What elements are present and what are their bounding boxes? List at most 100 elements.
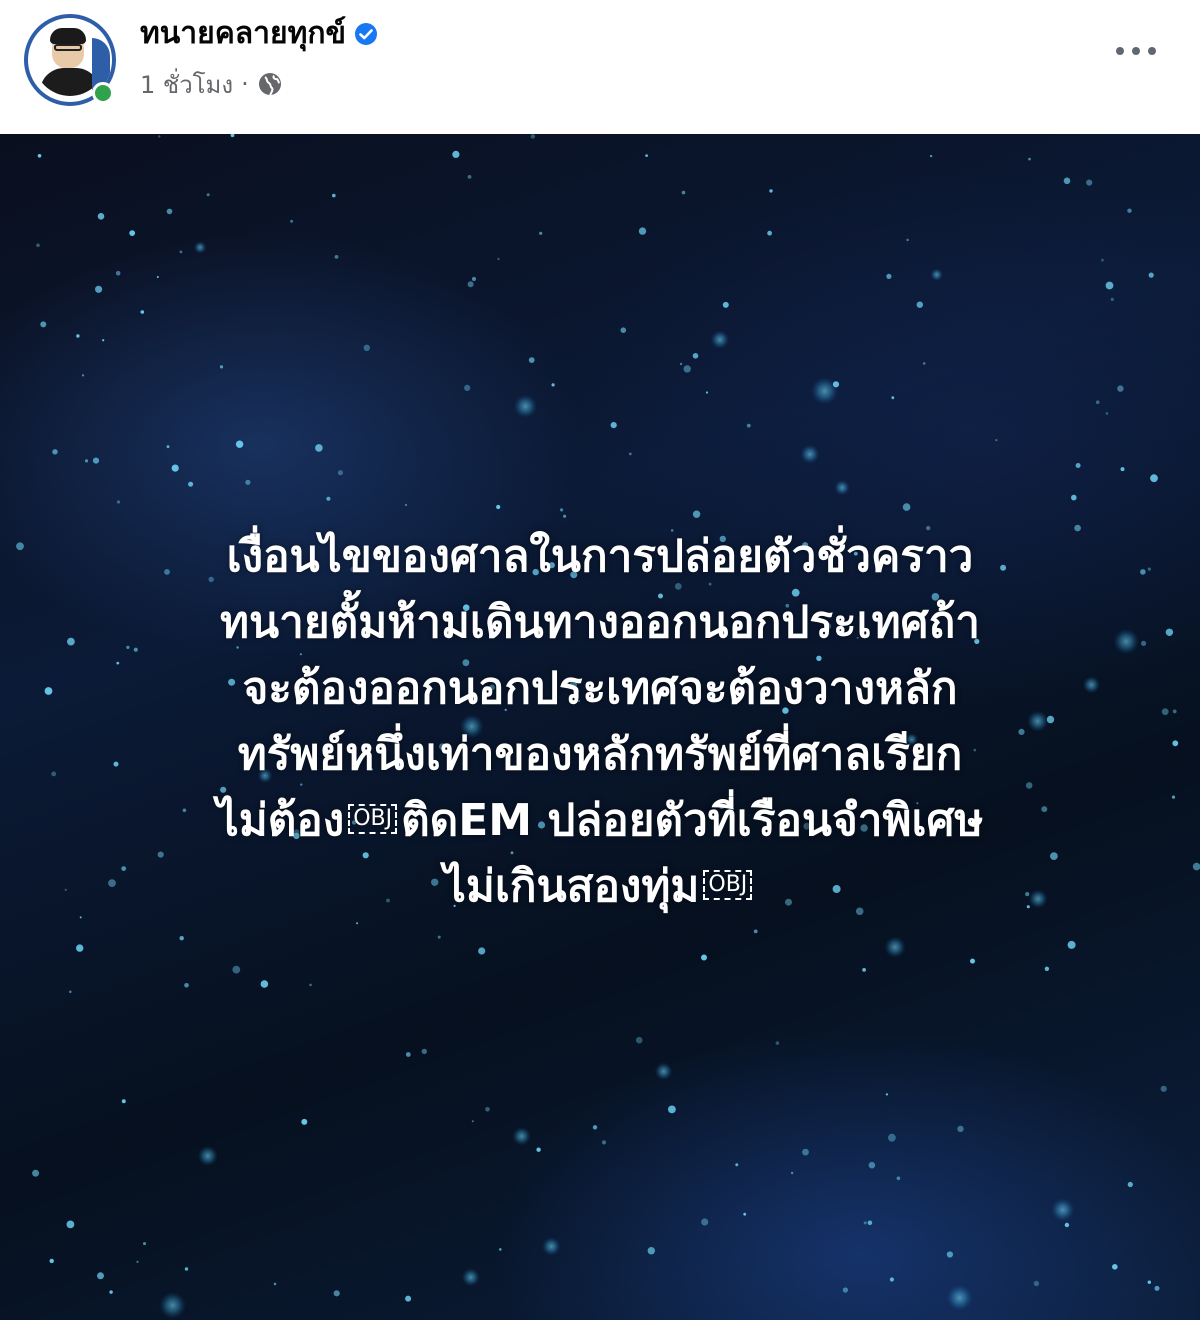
post-text-line: เงื่อนไขของศาลในการปล่อยตัวชั่วคราว <box>226 531 974 582</box>
bokeh-particle <box>1160 1085 1167 1092</box>
bokeh-particle <box>886 273 892 279</box>
bokeh-particle <box>464 384 471 391</box>
post-timestamp[interactable]: 1 ชั่วโมง <box>140 65 233 104</box>
bokeh-particle <box>995 439 998 442</box>
author-avatar[interactable] <box>24 14 116 106</box>
bokeh-particle <box>790 1171 794 1175</box>
bokeh-particle <box>705 391 709 394</box>
more-options-button[interactable] <box>1116 36 1156 66</box>
bokeh-particle <box>753 929 758 934</box>
bokeh-particle <box>356 922 359 925</box>
bokeh-particle <box>121 1099 126 1104</box>
bokeh-particle <box>906 238 909 242</box>
bokeh-particle <box>95 285 103 293</box>
bokeh-particle <box>471 276 477 282</box>
bokeh-particle <box>273 1282 277 1286</box>
bokeh-particle <box>158 135 161 138</box>
bokeh-particle <box>245 479 251 485</box>
bokeh-particle <box>970 958 975 964</box>
bokeh-particle <box>1161 708 1169 716</box>
bokeh-particle <box>1105 281 1114 290</box>
bokeh-particle <box>620 327 627 333</box>
bokeh-particle <box>1141 640 1147 646</box>
bokeh-particle <box>1148 272 1154 278</box>
bokeh-particle <box>889 1277 895 1282</box>
bokeh-particle <box>337 470 343 476</box>
bokeh-particle <box>896 1176 901 1181</box>
bokeh-particle <box>862 968 866 972</box>
bokeh-particle <box>188 481 194 487</box>
bokeh-particle <box>84 459 89 463</box>
bokeh-particle <box>109 1290 113 1294</box>
bokeh-particle <box>467 281 474 288</box>
meta-separator: · <box>241 70 249 98</box>
bokeh-particle <box>1127 1181 1133 1188</box>
bokeh-particle <box>16 542 24 551</box>
bokeh-particle <box>437 935 441 939</box>
bokeh-particle <box>681 190 686 195</box>
bokeh-particle <box>166 208 173 215</box>
post-text-line: จะต้องออกนอกประเทศจะต้องวางหลัก <box>242 663 958 714</box>
bokeh-particle <box>842 1287 849 1293</box>
bokeh-particle <box>930 268 943 281</box>
bokeh-particle <box>193 241 207 254</box>
bokeh-particle <box>467 175 472 179</box>
bokeh-particle <box>551 383 555 387</box>
bokeh-particle <box>66 1220 75 1229</box>
bokeh-particle <box>333 1290 340 1297</box>
bokeh-particle <box>563 514 567 518</box>
bokeh-particle <box>769 189 773 193</box>
bokeh-particle <box>800 444 820 464</box>
bokeh-particle <box>1064 1222 1070 1228</box>
bokeh-particle <box>36 243 40 248</box>
bokeh-particle <box>746 423 751 428</box>
bokeh-particle <box>1063 177 1071 185</box>
bokeh-particle <box>485 1107 490 1112</box>
bokeh-particle <box>1117 385 1124 392</box>
bokeh-particle <box>692 510 701 518</box>
bokeh-particle <box>834 479 850 496</box>
bokeh-particle <box>1192 862 1200 871</box>
bokeh-particle <box>471 1120 474 1123</box>
bokeh-particle <box>722 301 729 308</box>
bokeh-particle <box>946 1251 954 1258</box>
bokeh-particle <box>97 213 105 220</box>
globe-icon[interactable] <box>257 71 283 97</box>
bokeh-particle <box>1171 795 1176 799</box>
bokeh-particle <box>735 1163 739 1167</box>
post-image[interactable]: เงื่อนไขของศาลในการปล่อยตัวชั่วคราว ทนาย… <box>0 134 1200 1320</box>
post-text-segment: ติดEM ปล่อยตัวที่เรือนจำพิเศษ <box>401 795 984 846</box>
bokeh-particle <box>1028 157 1031 161</box>
bokeh-particle <box>166 445 170 448</box>
bokeh-particle <box>1105 412 1109 415</box>
post-text-line: ทนายตั้มห้ามเดินทางออกนอกประเทศถ้า <box>220 597 980 648</box>
bokeh-particle <box>701 1218 709 1226</box>
bokeh-particle <box>710 330 730 349</box>
bokeh-particle <box>232 965 241 974</box>
post-text-line: ไม่เกินสองทุ่ม OBJ <box>60 854 1140 920</box>
bokeh-particle <box>922 362 926 365</box>
bokeh-particle <box>334 255 339 259</box>
bokeh-particle <box>76 944 84 952</box>
bokeh-particle <box>1112 1264 1118 1270</box>
bokeh-particle <box>1147 1280 1152 1284</box>
bokeh-particle <box>1095 400 1100 405</box>
bokeh-particle <box>206 193 210 197</box>
bokeh-particle <box>52 449 58 455</box>
bokeh-particle <box>1154 1285 1160 1291</box>
post-image-text: เงื่อนไขของศาลในการปล่อยตัวชั่วคราว ทนาย… <box>60 524 1140 920</box>
bokeh-particle <box>645 154 648 157</box>
bokeh-particle <box>811 377 839 405</box>
bokeh-particle <box>638 227 647 235</box>
bokeh-particle <box>647 1247 655 1255</box>
bokeh-particle <box>743 1212 747 1216</box>
bokeh-particle <box>326 496 331 501</box>
bokeh-particle <box>44 687 53 695</box>
bokeh-particle <box>832 381 840 388</box>
bokeh-particle <box>497 257 500 261</box>
author-name[interactable]: ทนายคลายทุกข์ <box>140 14 346 54</box>
bokeh-particle <box>1086 179 1093 186</box>
bokeh-particle <box>679 362 683 366</box>
bokeh-particle <box>332 193 336 198</box>
post-text-line: ไม่ต้อง OBJ ติดEM ปล่อยตัวที่เรือนจำพิเศษ <box>60 788 1140 854</box>
